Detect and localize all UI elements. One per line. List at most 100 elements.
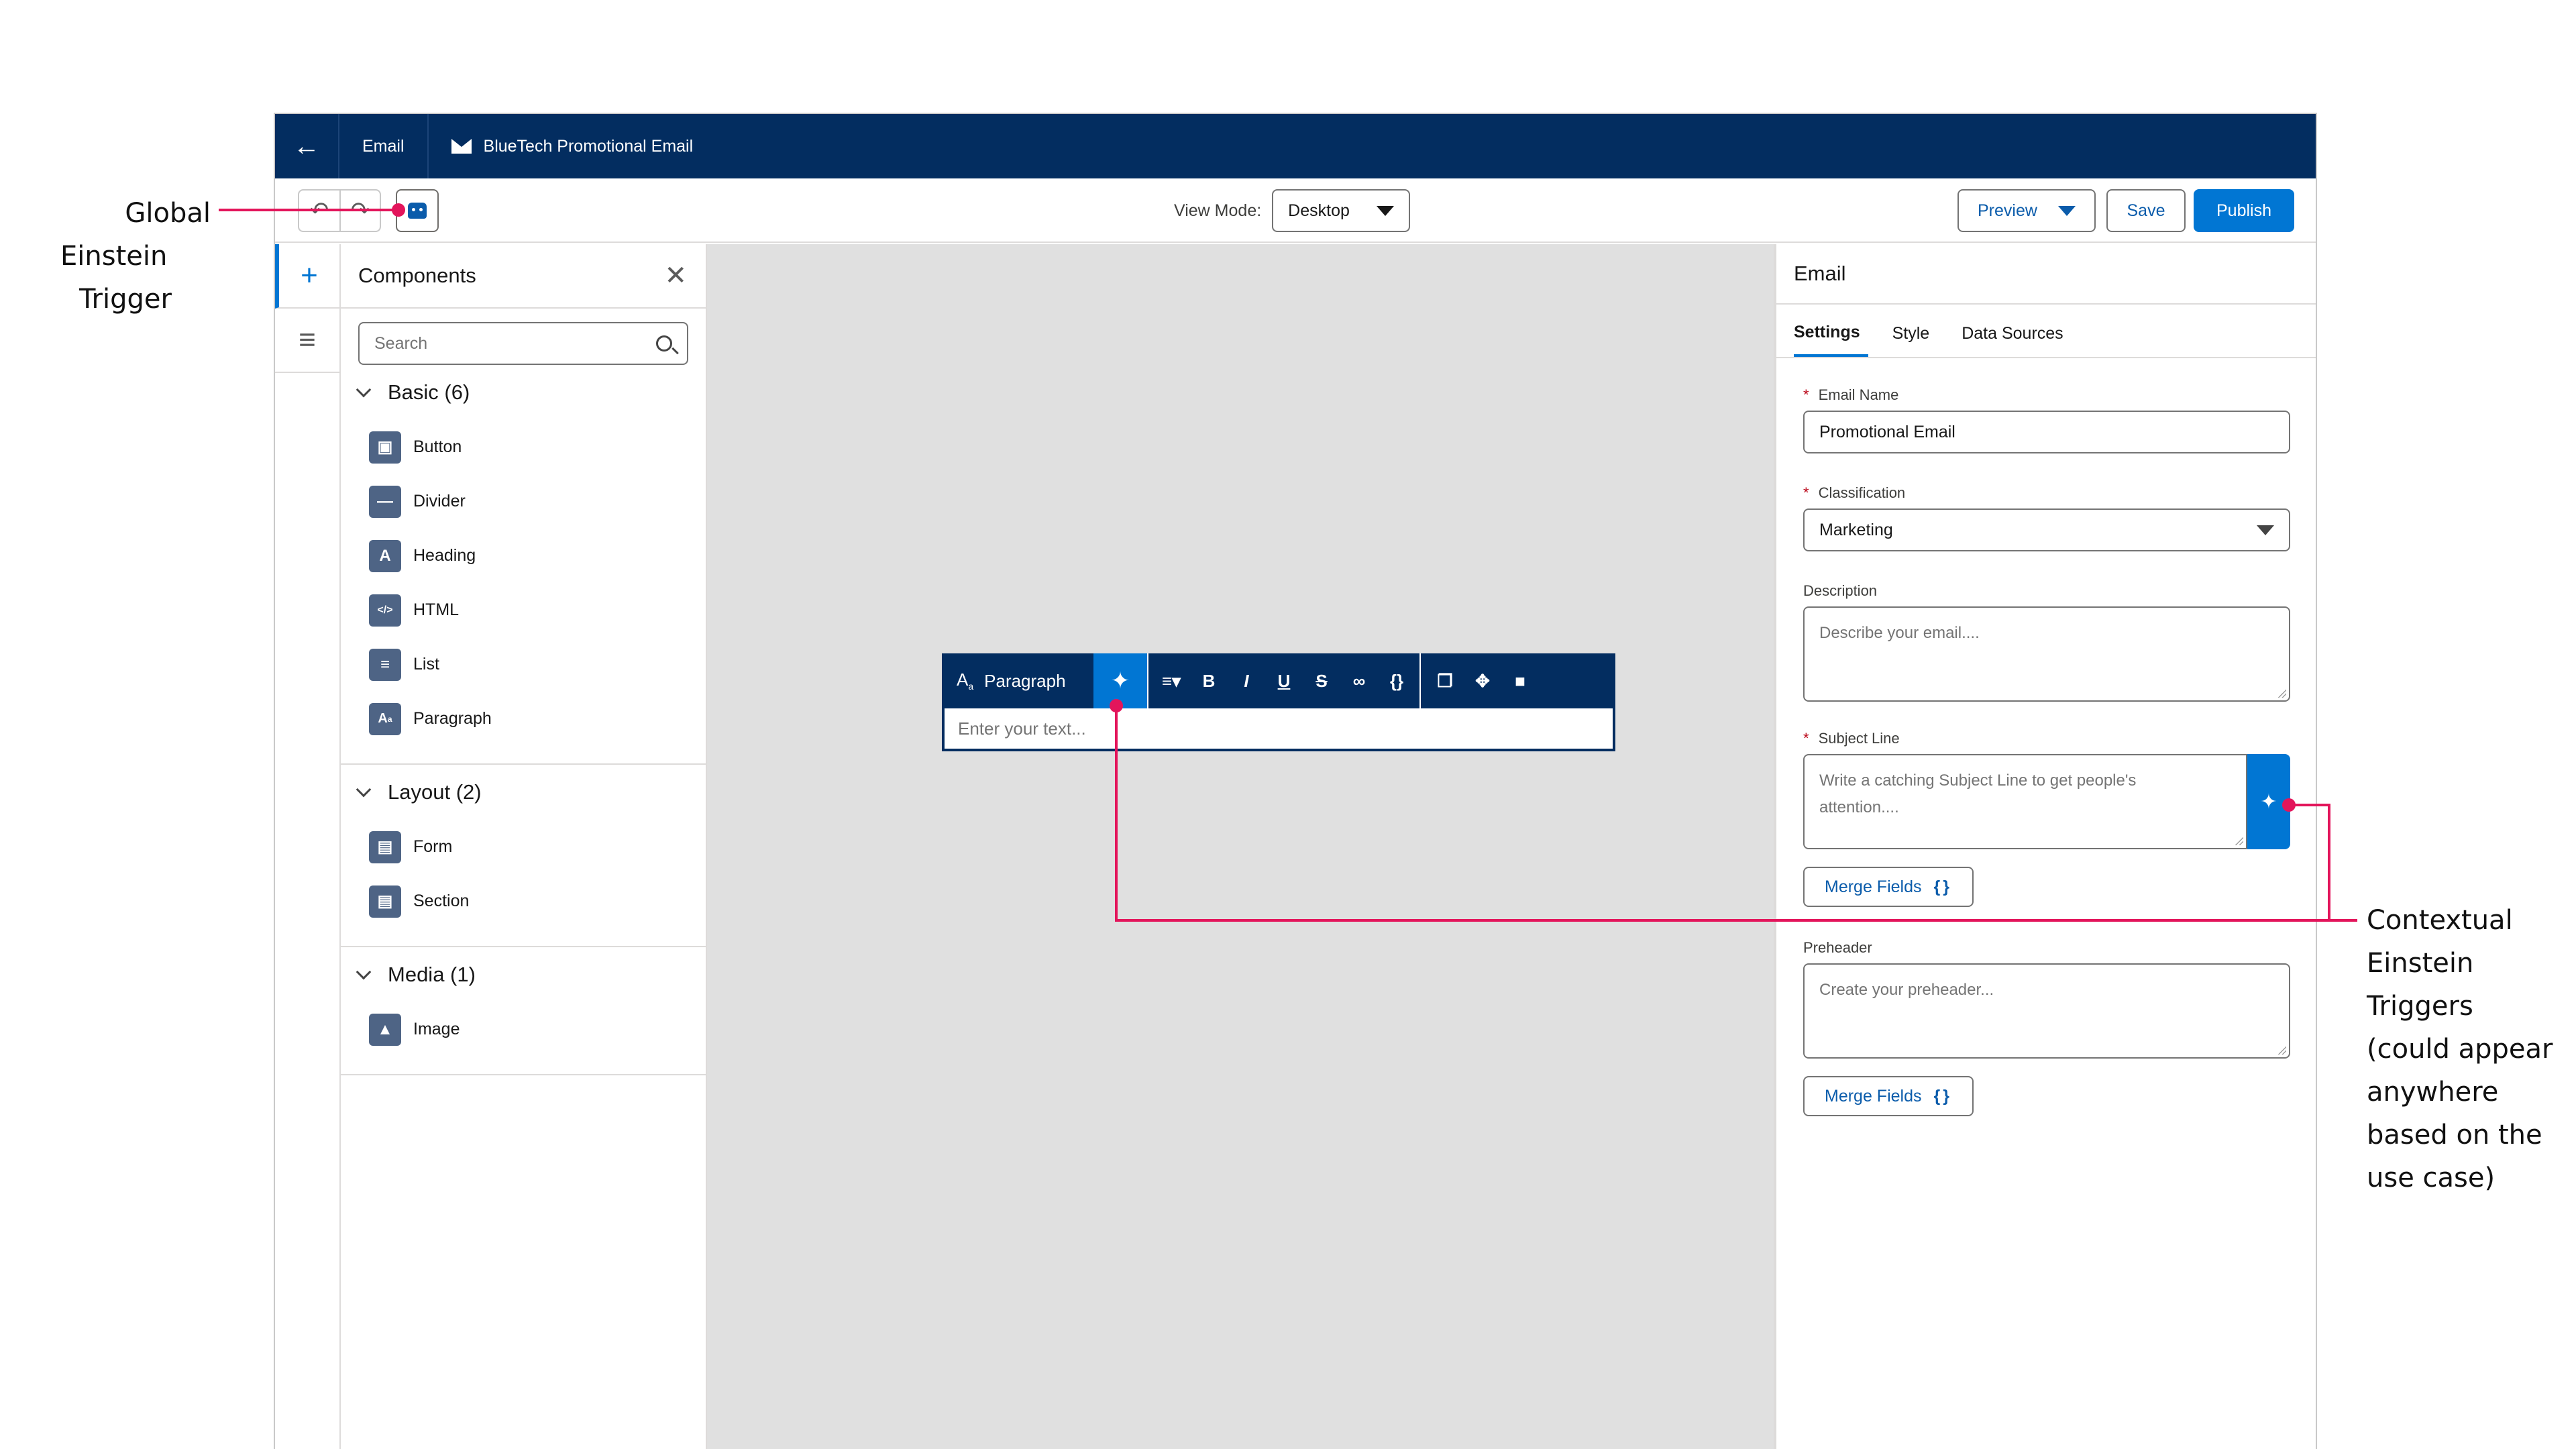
view-mode-label: View Mode: [1174,201,1262,220]
link-icon[interactable]: ∞ [1340,671,1378,692]
envelope-icon [451,139,472,154]
tab-email-label: Email [362,136,405,156]
braces-icon: {} [1933,1086,1952,1106]
view-mode-select[interactable]: Desktop [1272,189,1411,232]
description-label: Description [1803,582,1878,599]
paragraph-text-input[interactable]: Enter your text... [942,708,1615,751]
component-label: Button [413,437,462,456]
view-mode: View Mode: Desktop [1174,189,1411,232]
annotation-line: use case) [2367,1163,2496,1193]
subject-line-label: * Subject Line [1803,730,1900,747]
block-type-selector[interactable]: Aa Paragraph [942,653,1093,708]
component-divider[interactable]: — Divider [341,474,706,529]
copy-icon[interactable]: ❐ [1426,671,1464,692]
subject-line-field: * Subject Line Write a catching Subject L… [1803,730,2290,907]
rich-text-toolbar: Aa Paragraph ✦ ≡▾ B I U S ∞ {} ❐ ✥ ■ [942,653,1615,708]
properties-panel: Email Settings Style Data Sources * Email… [1774,244,2316,1449]
section-layout: Layout (2) ▤ Form ▤ Section [341,765,706,947]
description-field: Description Describe your email.... [1803,582,2290,702]
annotation-line: based on the [2367,1120,2542,1150]
paragraph-icon: Aa [957,669,974,692]
classification-select[interactable]: Marketing [1803,508,2290,551]
subject-line-label-text: Subject Line [1818,730,1900,747]
search-input[interactable]: Search [358,322,688,365]
strikethrough-icon[interactable]: S [1303,671,1340,692]
description-textarea[interactable]: Describe your email.... [1803,606,2290,702]
merge-field-icon[interactable]: {} [1378,671,1415,692]
email-builder-app: ← Email BlueTech Promotional Email ↶ ↷ V… [274,113,2317,1449]
component-button[interactable]: ▣ Button [341,420,706,474]
braces-icon: {} [1933,877,1952,896]
publish-button[interactable]: Publish [2194,189,2294,232]
section-basic-header[interactable]: Basic (6) [341,365,706,420]
tab-data-sources[interactable]: Data Sources [1962,324,2071,357]
annotation-line: Contextual [2367,905,2513,936]
merge-fields-button[interactable]: Merge Fields {} [1803,1076,1974,1116]
move-icon[interactable]: ✥ [1464,671,1501,692]
back-arrow-icon[interactable]: ← [275,114,339,178]
tab-email[interactable]: Email [339,114,429,178]
paragraph-block[interactable]: Aa Paragraph ✦ ≡▾ B I U S ∞ {} ❐ ✥ ■ Ent… [942,653,1615,751]
add-icon[interactable]: + [275,244,339,309]
properties-title: Email [1776,244,2316,305]
align-icon[interactable]: ≡▾ [1152,671,1190,692]
email-name-label: * Email Name [1803,386,1899,403]
classification-field: * Classification Marketing [1803,484,2290,551]
description-placeholder: Describe your email.... [1819,624,1980,642]
email-canvas[interactable]: Aa Paragraph ✦ ≡▾ B I U S ∞ {} ❐ ✥ ■ Ent… [707,244,1774,1449]
annotation-global-einstein: Global Einstein Trigger [60,192,211,321]
email-name-label-text: Email Name [1818,386,1899,403]
preheader-label: Preheader [1803,939,1872,956]
component-paragraph[interactable]: Aa Paragraph [341,692,706,746]
component-form[interactable]: ▤ Form [341,820,706,874]
bold-icon[interactable]: B [1190,671,1228,692]
callout-line-editor-vertical [1115,706,1118,922]
classification-label: * Classification [1803,484,1906,501]
close-icon[interactable]: ✕ [664,260,687,291]
tab-document[interactable]: BlueTech Promotional Email [429,114,716,178]
delete-icon[interactable]: ■ [1501,671,1539,692]
section-title: Media (1) [388,963,476,986]
component-heading[interactable]: A Heading [341,529,706,583]
underline-icon[interactable]: U [1265,671,1303,692]
section-title: Layout (2) [388,780,482,804]
components-title: Components [358,264,476,287]
preheader-field: Preheader Create your preheader... Merge… [1803,939,2290,1116]
component-label: Paragraph [413,709,492,728]
email-name-input[interactable]: Promotional Email [1803,411,2290,453]
section-layout-header[interactable]: Layout (2) [341,765,706,820]
component-list[interactable]: ≡ List [341,637,706,692]
callout-line-horizontal [1115,919,2330,922]
subject-line-group: Write a catching Subject Line to get peo… [1803,754,2290,849]
preheader-placeholder: Create your preheader... [1819,981,1994,999]
annotation-line: Einstein [2367,948,2474,979]
merge-fields-label: Merge Fields [1825,1086,1922,1106]
chevron-down-icon [356,382,372,398]
section-icon: ▤ [369,885,401,918]
button-icon: ▣ [369,431,401,464]
paragraph-placeholder: Enter your text... [958,718,1086,739]
component-section[interactable]: ▤ Section [341,874,706,928]
block-type-label: Paragraph [984,670,1066,691]
chevron-down-icon [356,782,372,798]
component-html[interactable]: </> HTML [341,583,706,637]
save-button[interactable]: Save [2106,189,2186,232]
preheader-textarea[interactable]: Create your preheader... [1803,963,2290,1059]
callout-line-subject [2289,804,2330,806]
divider-icon: — [369,485,401,518]
tab-settings[interactable]: Settings [1794,323,1868,357]
format-group: ≡▾ B I U S ∞ {} [1147,653,1421,708]
merge-fields-button[interactable]: Merge Fields {} [1803,867,1974,907]
menu-icon[interactable]: ≡ [275,309,339,373]
section-media-header[interactable]: Media (1) [341,947,706,1002]
properties-tabs: Settings Style Data Sources [1776,305,2316,358]
preview-button[interactable]: Preview [1957,189,2096,232]
callout-dot-global [392,203,405,217]
callout-line-to-annotation [2328,919,2357,922]
italic-icon[interactable]: I [1228,671,1265,692]
tab-style[interactable]: Style [1892,324,1938,357]
save-label: Save [2127,201,2165,220]
component-image[interactable]: ▲ Image [341,1002,706,1057]
component-label: Divider [413,492,466,511]
subject-line-textarea[interactable]: Write a catching Subject Line to get peo… [1803,754,2247,849]
